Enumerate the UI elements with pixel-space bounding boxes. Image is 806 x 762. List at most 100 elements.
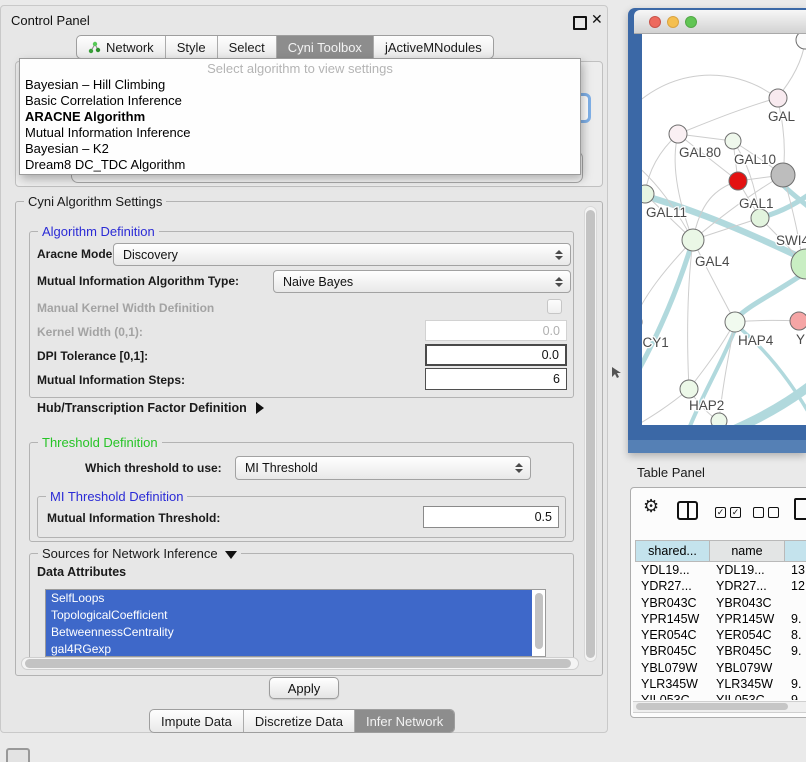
data-attributes-label: Data Attributes bbox=[37, 565, 126, 579]
tab-select[interactable]: Select bbox=[218, 36, 277, 58]
table-row[interactable]: YLR345WYLR345W9. bbox=[635, 676, 806, 692]
hub-section-label: Hub/Transcription Factor Definition bbox=[37, 401, 247, 415]
network-node-HAP4[interactable] bbox=[725, 312, 745, 332]
table-toolbar: ⚙ ✓✓ bbox=[631, 488, 806, 538]
table-row[interactable]: YIL053CYIL053C9. bbox=[635, 692, 806, 700]
mi-type-value: Naive Bayes bbox=[283, 275, 353, 289]
dropdown-option[interactable]: Bayesian – K2 bbox=[20, 141, 580, 157]
node-label-SWI4: SWI4 bbox=[776, 233, 806, 248]
table-header-row: shared...name bbox=[635, 540, 806, 562]
attribute-list-item[interactable]: gal4RGexp bbox=[46, 641, 532, 657]
deselect-checkboxes-icon[interactable] bbox=[753, 507, 779, 518]
close-traffic-light[interactable] bbox=[649, 16, 661, 28]
network-node-Y[interactable] bbox=[790, 312, 806, 330]
float-window-icon[interactable] bbox=[573, 16, 587, 30]
column-header[interactable] bbox=[785, 540, 806, 562]
sources-group-title[interactable]: Sources for Network Inference bbox=[38, 546, 241, 561]
settings-vertical-scrollbar[interactable] bbox=[584, 206, 597, 662]
network-node[interactable] bbox=[796, 34, 806, 49]
scrollbar-thumb[interactable] bbox=[25, 659, 571, 668]
dropdown-option[interactable]: Dream8 DC_TDC Algorithm bbox=[20, 157, 580, 173]
dropdown-option[interactable]: Basic Correlation Inference bbox=[20, 93, 580, 109]
network-view-window[interactable]: GALGAL80GAL10GAL11GAL1SWI4GAL4HAP4YGCY1H… bbox=[628, 8, 806, 453]
column-header[interactable]: name bbox=[710, 540, 785, 562]
bottom-tab-bar: Impute DataDiscretize Data Infer Network bbox=[149, 709, 455, 733]
network-node-HAP2[interactable] bbox=[680, 380, 698, 398]
network-node-GAL10[interactable] bbox=[725, 133, 741, 149]
tab-network[interactable]: Network bbox=[77, 36, 166, 58]
settings-horizontal-scrollbar[interactable] bbox=[21, 657, 579, 670]
list-scrollbar-thumb[interactable] bbox=[535, 593, 543, 649]
mi-steps-value: 6 bbox=[553, 372, 560, 386]
scrollbar-thumb[interactable] bbox=[586, 210, 595, 658]
table-row[interactable]: YDL19...YDL19...13 bbox=[635, 562, 806, 578]
split-columns-icon[interactable] bbox=[677, 501, 698, 520]
hub-section-toggle[interactable]: Hub/Transcription Factor Definition bbox=[37, 401, 264, 415]
table-body[interactable]: YDL19...YDL19...13YDR27...YDR27...12YBR0… bbox=[635, 562, 806, 700]
network-canvas[interactable]: GALGAL80GAL10GAL11GAL1SWI4GAL4HAP4YGCY1H… bbox=[642, 34, 806, 425]
settings-gear-icon[interactable]: ⚙ bbox=[643, 496, 659, 517]
column-header[interactable]: shared... bbox=[635, 540, 710, 562]
table-horizontal-scrollbar[interactable] bbox=[633, 701, 806, 713]
attribute-list-item[interactable]: BetweennessCentrality bbox=[46, 624, 532, 641]
table-row[interactable]: YPR145WYPR145W9. bbox=[635, 611, 806, 627]
document-icon[interactable] bbox=[794, 498, 806, 520]
network-window-titlebar[interactable] bbox=[634, 10, 806, 34]
dpi-tolerance-field[interactable]: 0.0 bbox=[425, 344, 567, 366]
dropdown-option[interactable]: Mutual Information Inference bbox=[20, 125, 580, 141]
tab-label: Style bbox=[177, 40, 206, 55]
close-icon[interactable]: ✕ bbox=[591, 11, 603, 28]
table-cell: YPR145W bbox=[635, 611, 710, 627]
tab-label: Infer Network bbox=[366, 714, 443, 729]
table-cell: YER054C bbox=[635, 627, 710, 643]
tab-jactivemnodules[interactable]: jActiveMNodules bbox=[374, 36, 493, 58]
table-row[interactable]: YBR043CYBR043C bbox=[635, 595, 806, 611]
node-table: shared...name bbox=[635, 540, 806, 562]
table-cell: YIL053C bbox=[710, 692, 785, 700]
tab-cyni-toolbox[interactable]: Cyni Toolbox bbox=[277, 36, 374, 58]
network-node-GAL1[interactable] bbox=[751, 209, 769, 227]
which-threshold-combobox[interactable]: MI Threshold bbox=[235, 456, 531, 480]
network-node-GAL80[interactable] bbox=[669, 125, 687, 143]
mi-type-combobox[interactable]: Naive Bayes bbox=[273, 270, 571, 293]
algorithm-definition-title: Algorithm Definition bbox=[38, 224, 159, 239]
aracne-mode-combobox[interactable]: Discovery bbox=[113, 243, 571, 266]
scrollbar-thumb[interactable] bbox=[636, 703, 788, 710]
tab-style[interactable]: Style bbox=[166, 36, 218, 58]
attribute-list-item[interactable]: SelfLoops bbox=[46, 590, 532, 607]
dropdown-option[interactable]: ARACNE Algorithm bbox=[20, 109, 580, 125]
bottom-tab-discretize-data[interactable]: Discretize Data bbox=[244, 710, 355, 732]
apply-button[interactable]: Apply bbox=[269, 677, 339, 699]
table-row[interactable]: YBL079WYBL079W bbox=[635, 660, 806, 676]
mi-threshold-label: Mutual Information Threshold: bbox=[47, 511, 220, 525]
dropdown-options: Bayesian – Hill ClimbingBasic Correlatio… bbox=[20, 77, 580, 173]
mi-steps-field[interactable]: 6 bbox=[425, 368, 567, 390]
network-node[interactable] bbox=[729, 172, 747, 190]
kernel-width-value: 0.0 bbox=[543, 324, 560, 338]
network-node-GAL[interactable] bbox=[769, 89, 787, 107]
data-attributes-list[interactable]: SelfLoopsTopologicalCoefficientBetweenne… bbox=[45, 589, 546, 657]
mi-threshold-field[interactable]: 0.5 bbox=[423, 506, 559, 528]
node-label-GAL4: GAL4 bbox=[695, 254, 730, 269]
bottom-tab-infer-network[interactable]: Infer Network bbox=[355, 710, 454, 732]
network-node-GAL4[interactable] bbox=[682, 229, 704, 251]
dropdown-option[interactable]: Bayesian – Hill Climbing bbox=[20, 77, 580, 93]
node-label-GAL11: GAL11 bbox=[646, 205, 687, 220]
table-row[interactable]: YBR045CYBR045C9. bbox=[635, 643, 806, 659]
attribute-list-item[interactable]: TopologicalCoefficient bbox=[46, 607, 532, 624]
mouse-cursor bbox=[612, 367, 622, 379]
manual-kernel-checkbox[interactable] bbox=[547, 299, 562, 314]
tab-label: Network bbox=[106, 40, 154, 55]
table-row[interactable]: YDR27...YDR27...12 bbox=[635, 578, 806, 594]
zoom-traffic-light[interactable] bbox=[685, 16, 697, 28]
top-tab-bar: Network Style SelectCyni ToolboxjActiveMNo… bbox=[76, 35, 494, 59]
minimized-panel-icon[interactable] bbox=[6, 748, 30, 762]
table-cell: YDL19... bbox=[635, 562, 710, 578]
kernel-width-field[interactable]: 0.0 bbox=[425, 320, 567, 341]
which-threshold-value: MI Threshold bbox=[245, 461, 318, 475]
network-node[interactable] bbox=[711, 413, 727, 425]
minimize-traffic-light[interactable] bbox=[667, 16, 679, 28]
bottom-tab-impute-data[interactable]: Impute Data bbox=[150, 710, 244, 732]
table-row[interactable]: YER054CYER054C8. bbox=[635, 627, 806, 643]
select-all-checkboxes-icon[interactable]: ✓✓ bbox=[715, 507, 741, 518]
